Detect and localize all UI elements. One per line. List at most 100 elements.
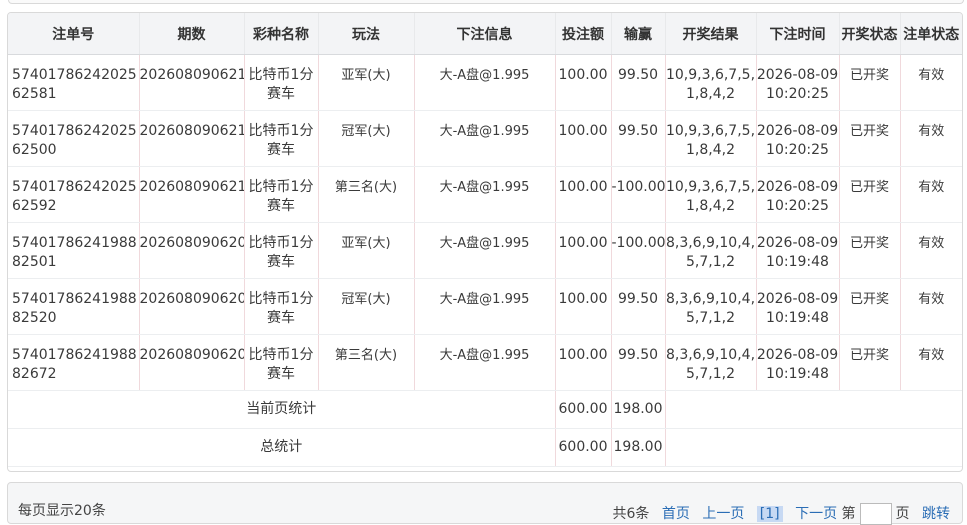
pager: 共6条 首页 上一页 [1] 下一页 第 页 跳转 — [613, 503, 950, 525]
header-bet-status: 注单状态 — [900, 13, 962, 55]
cell-open-status: 已开奖 — [839, 110, 901, 167]
cell-bet-time: 2026-08-09 10:20:25 — [756, 110, 840, 167]
bet-records-table: 注单号 期数 彩种名称 玩法 下注信息 投注额 输赢 开奖结果 下注时间 开奖状… — [8, 13, 962, 467]
cell-result: 8,3,6,9,10,4,5,7,1,2 — [665, 222, 757, 279]
cell-result: 10,9,3,6,7,5,1,8,4,2 — [665, 110, 757, 167]
cell-bet-status: 有效 — [900, 54, 962, 111]
cell-play: 冠军(大) — [318, 110, 415, 167]
total-summary-amount: 600.00 — [555, 428, 612, 467]
cell-order-no: 5740178624202562592 — [8, 166, 140, 223]
cell-period: 202608090621 — [139, 110, 245, 167]
cell-bet-info: 大-A盘@1.995 — [414, 110, 556, 167]
prev-page-link[interactable]: 上一页 — [702, 506, 744, 522]
page-summary-row: 当前页统计 600.00 198.00 — [8, 390, 962, 429]
cell-open-status: 已开奖 — [839, 54, 901, 111]
table-row: 5740178624198882520 202608090620 比特币1分赛车 冠军… — [8, 278, 962, 335]
header-result: 开奖结果 — [665, 13, 757, 55]
cell-game: 比特币1分赛车 — [244, 166, 319, 223]
cell-amount: 100.00 — [555, 166, 612, 223]
cell-period: 202608090620 — [139, 222, 245, 279]
cell-game: 比特币1分赛车 — [244, 278, 319, 335]
table-header-row: 注单号 期数 彩种名称 玩法 下注信息 投注额 输赢 开奖结果 下注时间 开奖状… — [8, 13, 962, 55]
cell-win-loss: -100.00 — [611, 166, 666, 223]
cell-result: 10,9,3,6,7,5,1,8,4,2 — [665, 54, 757, 111]
cell-win-loss: 99.50 — [611, 54, 666, 111]
cell-result: 8,3,6,9,10,4,5,7,1,2 — [665, 278, 757, 335]
page-summary-amount: 600.00 — [555, 390, 612, 429]
cell-play: 亚军(大) — [318, 54, 415, 111]
cell-amount: 100.00 — [555, 54, 612, 111]
total-count: 共6条 — [612, 506, 650, 522]
cell-order-no: 5740178624198882520 — [8, 278, 140, 335]
cell-bet-info: 大-A盘@1.995 — [414, 222, 556, 279]
first-page-link[interactable]: 首页 — [662, 506, 690, 522]
cell-bet-status: 有效 — [900, 166, 962, 223]
cell-bet-time: 2026-08-09 10:20:25 — [756, 54, 840, 111]
per-page-label: 每页显示20条 — [18, 503, 106, 519]
cell-order-no: 5740178624202562500 — [8, 110, 140, 167]
cell-bet-time: 2026-08-09 10:20:25 — [756, 166, 840, 223]
cell-bet-time: 2026-08-09 10:19:48 — [756, 334, 840, 391]
header-open-status: 开奖状态 — [839, 13, 901, 55]
total-summary-row: 总统计 600.00 198.00 — [8, 428, 962, 467]
page-prefix: 第 — [841, 506, 856, 522]
cell-bet-status: 有效 — [900, 110, 962, 167]
cell-win-loss: -100.00 — [611, 222, 666, 279]
table-row: 5740178624202562500 202608090621 比特币1分赛车 冠军… — [8, 110, 962, 167]
header-order-no: 注单号 — [8, 13, 140, 55]
header-bet-time: 下注时间 — [756, 13, 840, 55]
cell-play: 冠军(大) — [318, 278, 415, 335]
cell-play: 亚军(大) — [318, 222, 415, 279]
cell-play: 第三名(大) — [318, 166, 415, 223]
page-summary-label: 当前页统计 — [8, 390, 556, 429]
header-play: 玩法 — [318, 13, 415, 55]
cell-period: 202608090620 — [139, 334, 245, 391]
cell-game: 比特币1分赛车 — [244, 334, 319, 391]
cell-order-no: 5740178624198882501 — [8, 222, 140, 279]
cell-bet-time: 2026-08-09 10:19:48 — [756, 278, 840, 335]
cell-open-status: 已开奖 — [839, 334, 901, 391]
cell-win-loss: 99.50 — [611, 334, 666, 391]
pagination-bar: 每页显示20条 共6条 首页 上一页 [1] 下一页 第 页 跳转 — [7, 482, 963, 525]
cell-bet-status: 有效 — [900, 334, 962, 391]
cell-play: 第三名(大) — [318, 334, 415, 391]
cell-amount: 100.00 — [555, 110, 612, 167]
cell-bet-status: 有效 — [900, 278, 962, 335]
page-suffix: 页 — [895, 506, 910, 522]
cell-game: 比特币1分赛车 — [244, 222, 319, 279]
cell-result: 8,3,6,9,10,4,5,7,1,2 — [665, 334, 757, 391]
cell-open-status: 已开奖 — [839, 278, 901, 335]
cell-open-status: 已开奖 — [839, 222, 901, 279]
cell-bet-info: 大-A盘@1.995 — [414, 54, 556, 111]
page-summary-blank — [665, 390, 962, 429]
next-page-link[interactable]: 下一页 — [795, 506, 837, 522]
top-panel-edge — [8, 0, 964, 4]
page-summary-win: 198.00 — [611, 390, 666, 429]
cell-game: 比特币1分赛车 — [244, 110, 319, 167]
table-row: 5740178624202562592 202608090621 比特币1分赛车 第三… — [8, 166, 962, 223]
cell-order-no: 5740178624202562581 — [8, 54, 140, 111]
cell-bet-info: 大-A盘@1.995 — [414, 166, 556, 223]
jump-link[interactable]: 跳转 — [922, 506, 950, 522]
header-amount: 投注额 — [555, 13, 612, 55]
cell-order-no: 5740178624198882672 — [8, 334, 140, 391]
bet-records-panel: 注单号 期数 彩种名称 玩法 下注信息 投注额 输赢 开奖结果 下注时间 开奖状… — [7, 12, 963, 472]
cell-period: 202608090621 — [139, 166, 245, 223]
cell-win-loss: 99.50 — [611, 110, 666, 167]
cell-result: 10,9,3,6,7,5,1,8,4,2 — [665, 166, 757, 223]
header-bet-info: 下注信息 — [414, 13, 556, 55]
cell-amount: 100.00 — [555, 222, 612, 279]
cell-amount: 100.00 — [555, 334, 612, 391]
header-win-loss: 输赢 — [611, 13, 666, 55]
cell-open-status: 已开奖 — [839, 166, 901, 223]
page-number-input[interactable] — [859, 503, 892, 525]
cell-bet-time: 2026-08-09 10:19:48 — [756, 222, 840, 279]
cell-bet-info: 大-A盘@1.995 — [414, 334, 556, 391]
cell-bet-info: 大-A盘@1.995 — [414, 278, 556, 335]
cell-win-loss: 99.50 — [611, 278, 666, 335]
current-page: [1] — [756, 506, 783, 522]
total-summary-label: 总统计 — [8, 428, 556, 467]
cell-game: 比特币1分赛车 — [244, 54, 319, 111]
cell-period: 202608090621 — [139, 54, 245, 111]
table-row: 5740178624198882501 202608090620 比特币1分赛车 亚军… — [8, 222, 962, 279]
